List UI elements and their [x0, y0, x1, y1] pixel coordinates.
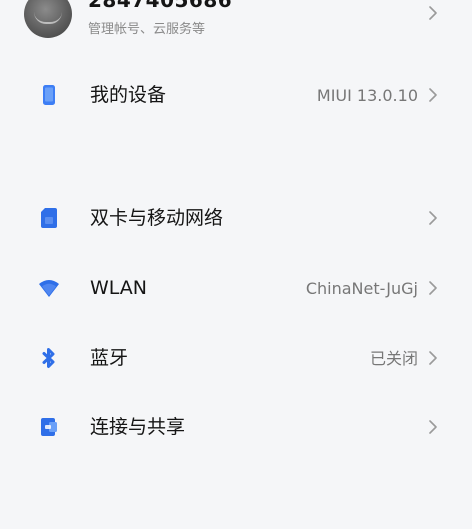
setting-label: 连接与共享	[90, 416, 186, 438]
chevron-right-icon	[428, 6, 438, 20]
setting-my-device[interactable]: 我的设备 MIUI 13.0.10	[0, 67, 472, 123]
setting-label: 蓝牙	[90, 347, 129, 369]
setting-label: 双卡与移动网络	[90, 207, 224, 229]
sim-card-icon	[38, 207, 60, 229]
share-icon	[38, 416, 60, 438]
chevron-right-icon	[428, 420, 438, 434]
setting-label: 我的设备	[90, 84, 167, 106]
chevron-right-icon	[428, 88, 438, 102]
account-subtitle: 管理帐号、云服务等	[88, 22, 206, 37]
phone-icon	[38, 84, 60, 106]
chevron-right-icon	[428, 211, 438, 225]
setting-bluetooth[interactable]: 蓝牙 已关闭	[0, 330, 472, 386]
setting-value: MIUI 13.0.10	[316, 86, 418, 105]
setting-dual-sim[interactable]: 双卡与移动网络	[0, 190, 472, 246]
avatar-face	[34, 12, 62, 24]
avatar	[24, 0, 72, 38]
chevron-right-icon	[428, 281, 438, 295]
account-name: 2847405686	[88, 0, 233, 12]
setting-connection-sharing[interactable]: 连接与共享	[0, 399, 472, 455]
setting-label: WLAN	[90, 277, 148, 299]
bluetooth-icon	[38, 347, 60, 369]
account-row[interactable]: 2847405686 管理帐号、云服务等	[0, 0, 472, 44]
settings-screen: 2847405686 管理帐号、云服务等 我的设备 MIUI 13.0.10 双…	[0, 0, 472, 529]
setting-value: ChinaNet-JuGj	[305, 279, 418, 298]
chevron-right-icon	[428, 351, 438, 365]
setting-value: 已关闭	[369, 349, 418, 368]
wifi-icon	[38, 277, 60, 299]
setting-wlan[interactable]: WLAN ChinaNet-JuGj	[0, 260, 472, 316]
